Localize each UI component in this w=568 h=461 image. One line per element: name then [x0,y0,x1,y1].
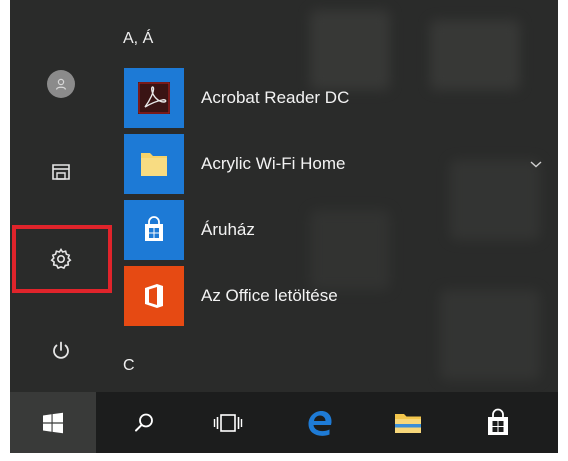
user-account-button[interactable] [16,56,106,112]
file-explorer-button[interactable] [380,392,436,453]
expand-button[interactable] [524,152,548,176]
start-menu: A, Á Acrobat Reader DC Acrylic Wi-Fi Hom… [10,0,558,392]
search-button[interactable] [116,392,172,453]
store-bag-icon [488,408,508,435]
power-icon [53,341,69,359]
edge-browser-button[interactable] [292,392,348,453]
chevron-down-icon [530,161,542,168]
app-tile [124,134,184,194]
app-aruhaz[interactable]: Áruház [124,200,548,260]
folder-icon [141,153,167,176]
windows-logo-icon [43,412,63,433]
settings-button[interactable] [16,231,106,287]
app-label: Az Office letöltése [201,286,338,305]
acrobat-reader-icon [138,82,170,114]
app-label: Áruház [201,220,255,239]
edge-browser-icon [308,410,332,436]
documents-button[interactable] [16,144,106,200]
section-header-a[interactable]: A, Á [123,30,153,48]
task-view-icon [213,413,243,432]
user-avatar-icon [47,70,75,98]
search-icon [135,413,153,431]
power-button[interactable] [16,323,106,379]
screenshot: A, Á Acrobat Reader DC Acrylic Wi-Fi Hom… [0,0,568,461]
section-header-c[interactable]: C [123,357,135,375]
office-icon [145,284,163,308]
app-acrobat-reader[interactable]: Acrobat Reader DC [124,68,548,128]
app-tile [124,266,184,326]
gear-icon [50,248,72,270]
store-icon [145,216,163,241]
app-tile [124,68,184,128]
app-label: Acrobat Reader DC [201,88,350,107]
start-menu-rail [10,0,112,392]
app-acrylic-wifi-home[interactable]: Acrylic Wi-Fi Home [124,134,548,194]
taskbar [10,392,558,453]
documents-icon [52,164,70,180]
app-tile [124,200,184,260]
start-button[interactable] [10,392,96,453]
app-label: Acrylic Wi-Fi Home [201,154,346,173]
file-explorer-icon [395,413,421,433]
task-view-button[interactable] [200,392,256,453]
store-button[interactable] [470,392,526,453]
app-office-download[interactable]: Az Office letöltése [124,266,548,326]
